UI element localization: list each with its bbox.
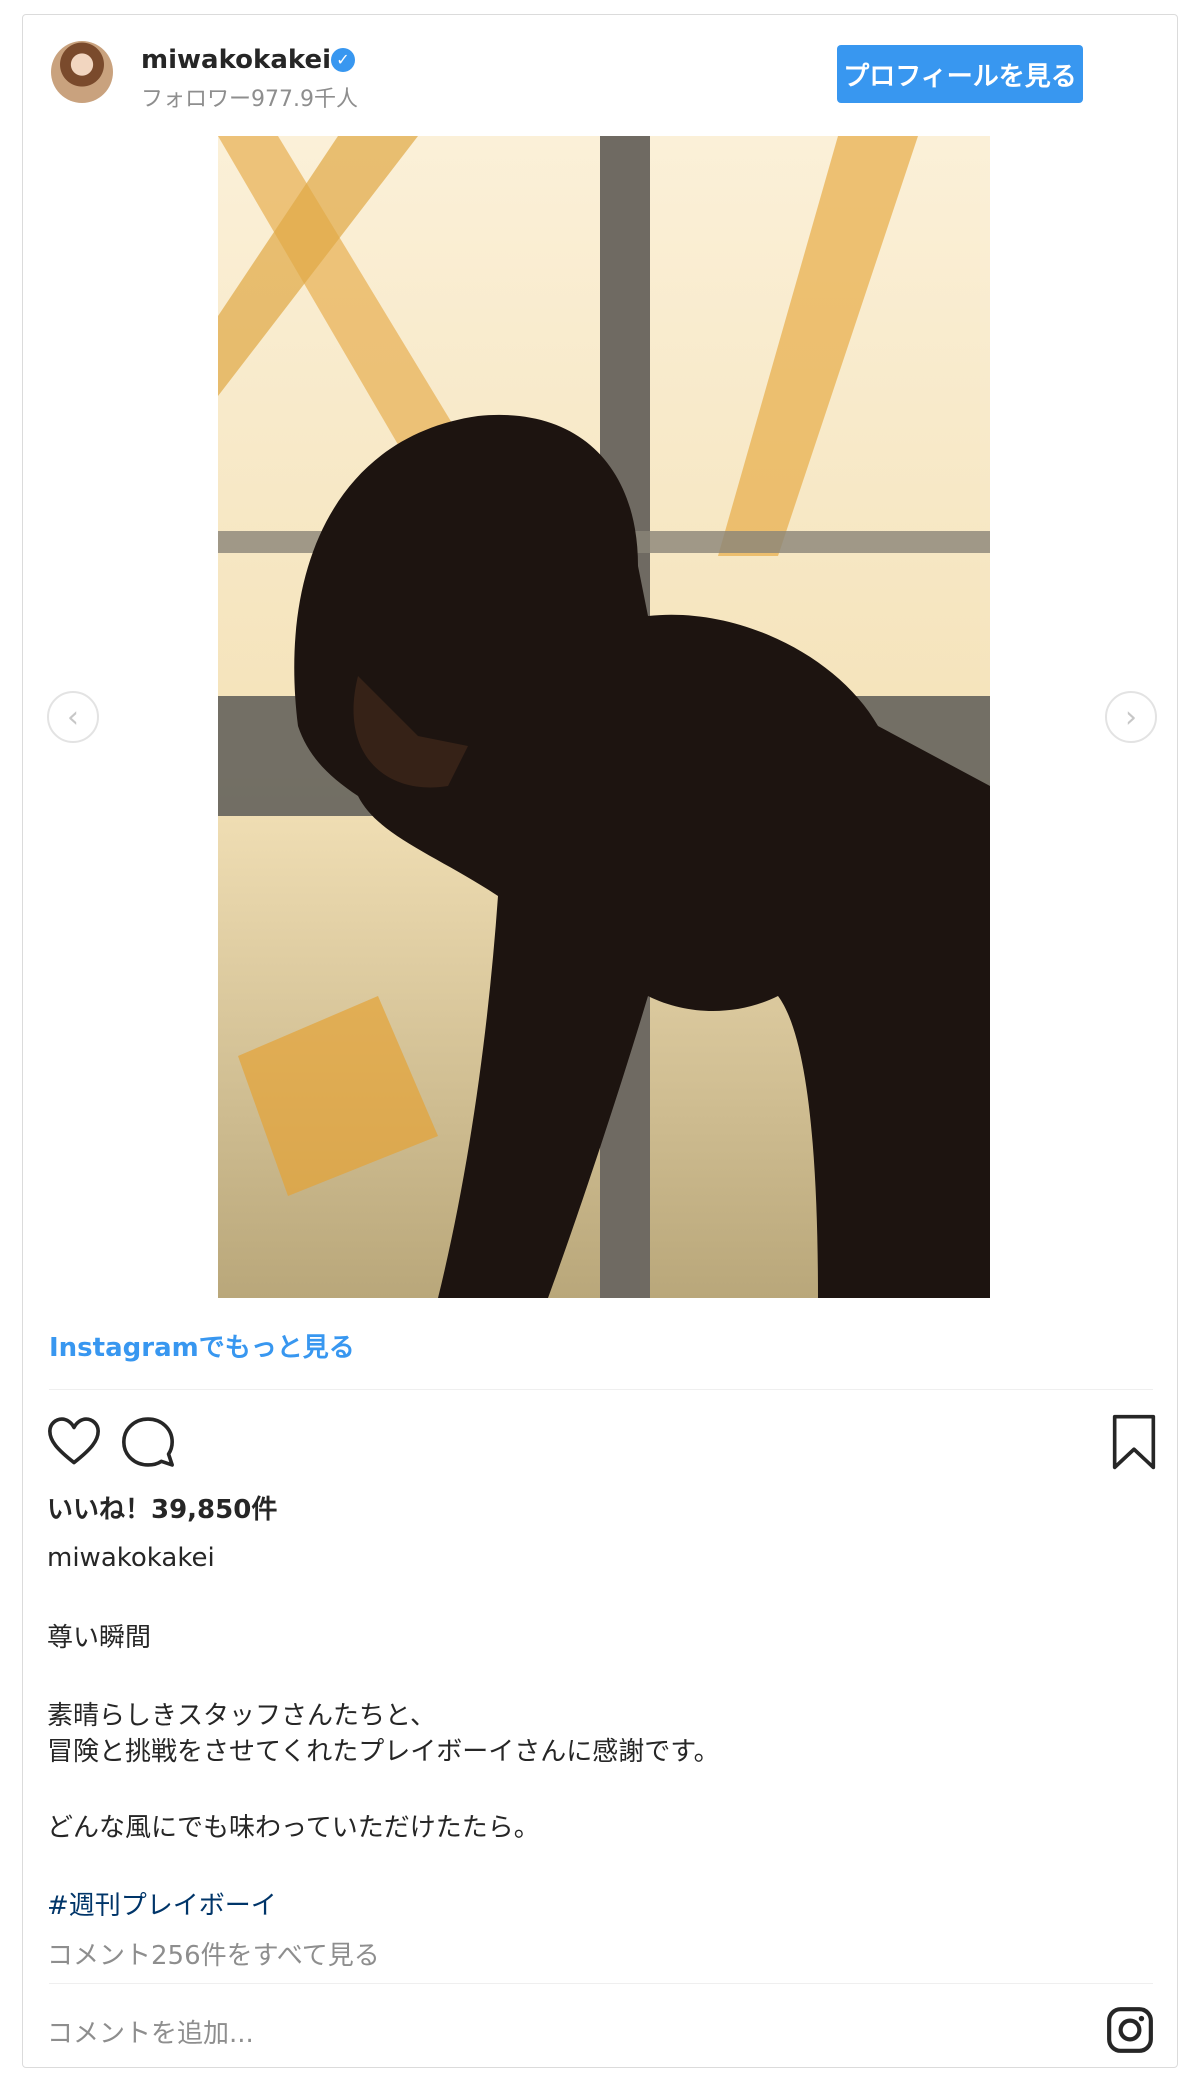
- divider: [49, 1389, 1153, 1390]
- photo-silhouette: [218, 136, 990, 1298]
- comment-icon[interactable]: [119, 1413, 177, 1471]
- add-comment-input[interactable]: コメントを追加...: [47, 2013, 254, 2050]
- divider: [49, 1983, 1153, 1984]
- caption-line: どんな風にでも味わっていただけたたら。: [47, 1813, 540, 1843]
- caption-username[interactable]: miwakokakei: [47, 1543, 215, 1573]
- post-image[interactable]: [218, 136, 990, 1298]
- instagram-logo-icon[interactable]: [1105, 2005, 1155, 2055]
- bookmark-icon[interactable]: [1109, 1413, 1159, 1471]
- verified-badge-icon: ✓: [331, 48, 355, 72]
- carousel-prev-icon[interactable]: ‹: [47, 691, 99, 743]
- caption-line: 冒険と挑戦をさせてくれたプレイボーイさんに感謝です。: [47, 1737, 720, 1767]
- username[interactable]: miwakokakei: [141, 45, 331, 75]
- heart-icon[interactable]: [45, 1413, 103, 1471]
- instagram-embed-card: miwakokakei ✓ フォロワー977.9千人 プロフィールを見る ‹ ›…: [22, 14, 1178, 2068]
- avatar[interactable]: [51, 41, 113, 103]
- hashtag-link[interactable]: #週刊プレイボーイ: [47, 1885, 277, 1922]
- caption-line: 尊い瞬間: [47, 1623, 152, 1653]
- view-all-comments-link[interactable]: コメント256件をすべて見る: [47, 1935, 380, 1972]
- follower-count: フォロワー977.9千人: [141, 87, 358, 112]
- carousel-next-icon[interactable]: ›: [1105, 691, 1157, 743]
- post-header: miwakokakei ✓ フォロワー977.9千人 プロフィールを見る: [23, 15, 1177, 115]
- like-count[interactable]: いいね！39,850件: [47, 1489, 277, 1526]
- view-more-on-instagram-link[interactable]: Instagramでもっと見る: [49, 1327, 355, 1364]
- view-profile-button[interactable]: プロフィールを見る: [837, 45, 1083, 103]
- caption-line: 素晴らしきスタッフさんたちと、: [47, 1701, 436, 1731]
